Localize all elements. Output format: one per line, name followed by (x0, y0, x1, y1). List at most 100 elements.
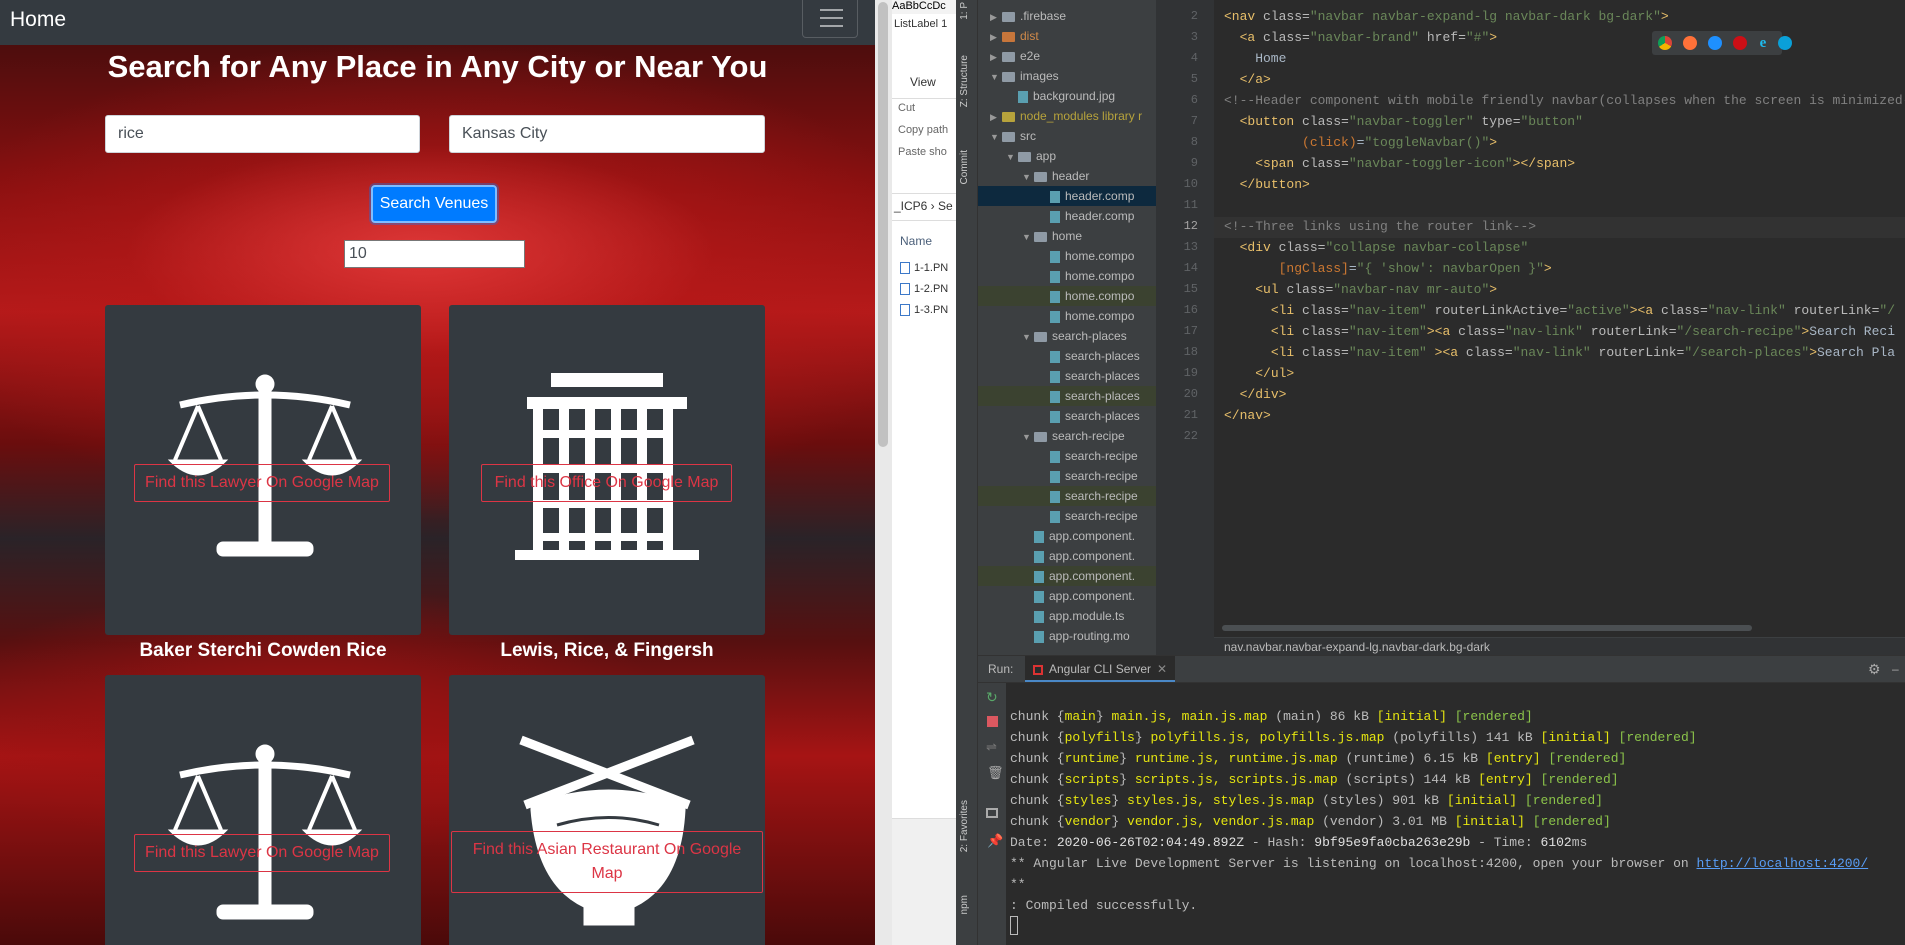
edge-icon[interactable] (1778, 36, 1792, 50)
opera-icon[interactable] (1733, 36, 1747, 50)
tree-item[interactable]: ▶ .firebase (978, 6, 1156, 26)
chevron-down-icon[interactable]: ▼ (1022, 227, 1034, 247)
wrap-icon[interactable]: ⇌ (986, 739, 997, 755)
tree-item[interactable]: search-places (978, 346, 1156, 366)
find-on-google-map-button[interactable]: Find this Lawyer On Google Map (134, 834, 390, 872)
paste-shortcut-button[interactable]: Paste sho (898, 146, 947, 158)
chevron-down-icon[interactable]: ▼ (990, 67, 1002, 87)
editor-horizontal-scrollbar[interactable] (1222, 625, 1752, 631)
breadcrumb[interactable]: _ICP6 › Se (894, 199, 953, 213)
file-icon (1050, 190, 1060, 203)
tree-item[interactable]: home.compo (978, 306, 1156, 326)
tree-item[interactable]: header.comp (978, 206, 1156, 226)
tree-item[interactable]: search-recipe (978, 446, 1156, 466)
list-item[interactable]: 1-3.PN (900, 304, 948, 325)
browser-scrollbar[interactable] (875, 0, 892, 945)
search-query-input[interactable] (105, 115, 420, 153)
chevron-down-icon[interactable]: ▼ (1022, 427, 1034, 447)
find-on-google-map-button[interactable]: Find this Asian Restaurant On Google Map (451, 831, 763, 893)
line-number: 6 (1190, 93, 1198, 107)
chevron-right-icon[interactable]: ▶ (990, 47, 1002, 67)
chevron-down-icon[interactable]: ▼ (1022, 167, 1034, 187)
tree-item[interactable]: search-places (978, 366, 1156, 386)
tree-item[interactable]: ▶ dist (978, 26, 1156, 46)
chevron-down-icon[interactable]: ▼ (1006, 147, 1018, 167)
layout-icon[interactable] (986, 808, 998, 818)
tree-item[interactable]: app.component. (978, 526, 1156, 546)
run-toolbar: ↻ ⇌ 🗑 📌 (978, 683, 1006, 945)
structure-tool-tab[interactable]: Z: Structure (959, 55, 970, 107)
minimize-icon[interactable]: – (1892, 656, 1899, 682)
chevron-right-icon[interactable]: ▶ (990, 107, 1002, 127)
line-number: 7 (1190, 114, 1198, 128)
image-file-icon (900, 262, 910, 275)
tree-item[interactable]: background.jpg (978, 86, 1156, 106)
scrollbar-thumb[interactable] (878, 2, 888, 447)
settings-gear-icon[interactable]: ⚙ (1868, 656, 1881, 682)
tree-item[interactable]: app.module.ts (978, 606, 1156, 626)
tree-item[interactable]: home.compo (978, 246, 1156, 266)
tree-item[interactable]: search-places (978, 406, 1156, 426)
hamburger-icon (820, 9, 843, 11)
view-tab[interactable]: View (910, 75, 936, 89)
find-on-google-map-button[interactable]: Find this Lawyer On Google Map (134, 464, 390, 502)
npm-tool-tab[interactable]: npm (959, 895, 970, 914)
code-editor[interactable]: e <nav class="navbar navbar-expand-lg na… (1214, 0, 1905, 655)
navbar-toggler-button[interactable] (802, 0, 858, 38)
internet-explorer-icon[interactable]: e (1756, 36, 1770, 51)
tree-item[interactable]: search-recipe (978, 466, 1156, 486)
chrome-icon[interactable] (1658, 36, 1672, 50)
pin-icon[interactable]: 📌 (987, 833, 1003, 849)
file-icon (1050, 470, 1060, 483)
list-item[interactable]: 1-1.PN (900, 262, 948, 283)
tree-item[interactable]: app.component. (978, 546, 1156, 566)
run-console[interactable]: chunk {main} main.js, main.js.map (main)… (1006, 683, 1905, 945)
tree-item[interactable]: search-recipe (978, 486, 1156, 506)
chevron-down-icon[interactable]: ▼ (1022, 327, 1034, 347)
cut-button[interactable]: Cut (898, 102, 915, 114)
tree-item[interactable]: search-places (978, 386, 1156, 406)
name-column-header[interactable]: Name (900, 234, 932, 248)
find-on-google-map-button[interactable]: Find this Office On Google Map (481, 464, 732, 502)
tree-item-label: e2e (1020, 49, 1041, 63)
chevron-right-icon[interactable]: ▶ (990, 27, 1002, 47)
tree-item[interactable]: ▶ node_modules library r (978, 106, 1156, 126)
city-input[interactable] (449, 115, 765, 153)
commit-tool-tab[interactable]: Commit (959, 150, 970, 184)
chevron-right-icon[interactable]: ▶ (990, 7, 1002, 27)
file-icon (1050, 290, 1060, 303)
code-line: <li class="nav-item"><a class="nav-link"… (1270, 324, 1896, 339)
tree-item[interactable]: home.compo (978, 266, 1156, 286)
tree-item[interactable]: ▼ app (978, 146, 1156, 166)
search-venues-button[interactable]: Search Venues (371, 185, 497, 223)
editor-breadcrumb[interactable]: nav.navbar.navbar-expand-lg.navbar-dark.… (1214, 637, 1905, 655)
tree-item[interactable]: home.compo (978, 286, 1156, 306)
firefox-icon[interactable] (1683, 36, 1697, 50)
stop-icon[interactable] (987, 716, 998, 727)
tree-item[interactable]: header.comp (978, 186, 1156, 206)
rerun-icon[interactable]: ↻ (986, 689, 998, 706)
copy-path-button[interactable]: Copy path (898, 124, 948, 136)
favorites-tool-tab[interactable]: 2: Favorites (959, 800, 970, 852)
trash-icon[interactable]: 🗑 (987, 765, 1004, 781)
navbar-brand[interactable]: Home (10, 8, 66, 32)
close-tab-icon[interactable]: ✕ (1157, 662, 1167, 676)
tree-item[interactable]: ▼ home (978, 226, 1156, 246)
safari-icon[interactable] (1708, 36, 1722, 50)
tree-item[interactable]: ▶ e2e (978, 46, 1156, 66)
tree-item[interactable]: ▼ header (978, 166, 1156, 186)
list-item[interactable]: 1-2.PN (900, 283, 948, 304)
line-number: 5 (1190, 72, 1198, 86)
tree-item[interactable]: app-routing.mo (978, 626, 1156, 646)
tree-item[interactable]: ▼ src (978, 126, 1156, 146)
limit-input[interactable] (344, 240, 525, 268)
tree-item[interactable]: search-recipe (978, 506, 1156, 526)
project-tool-tab[interactable]: 1: P (959, 2, 970, 20)
chevron-down-icon[interactable]: ▼ (990, 127, 1002, 147)
tree-item[interactable]: ▼ search-places (978, 326, 1156, 346)
tree-item[interactable]: ▼ images (978, 66, 1156, 86)
tree-item[interactable]: app.component. (978, 566, 1156, 586)
tree-item[interactable]: ▼ search-recipe (978, 426, 1156, 446)
run-tab[interactable]: Angular CLI Server ✕ (1025, 656, 1176, 682)
tree-item[interactable]: app.component. (978, 586, 1156, 606)
